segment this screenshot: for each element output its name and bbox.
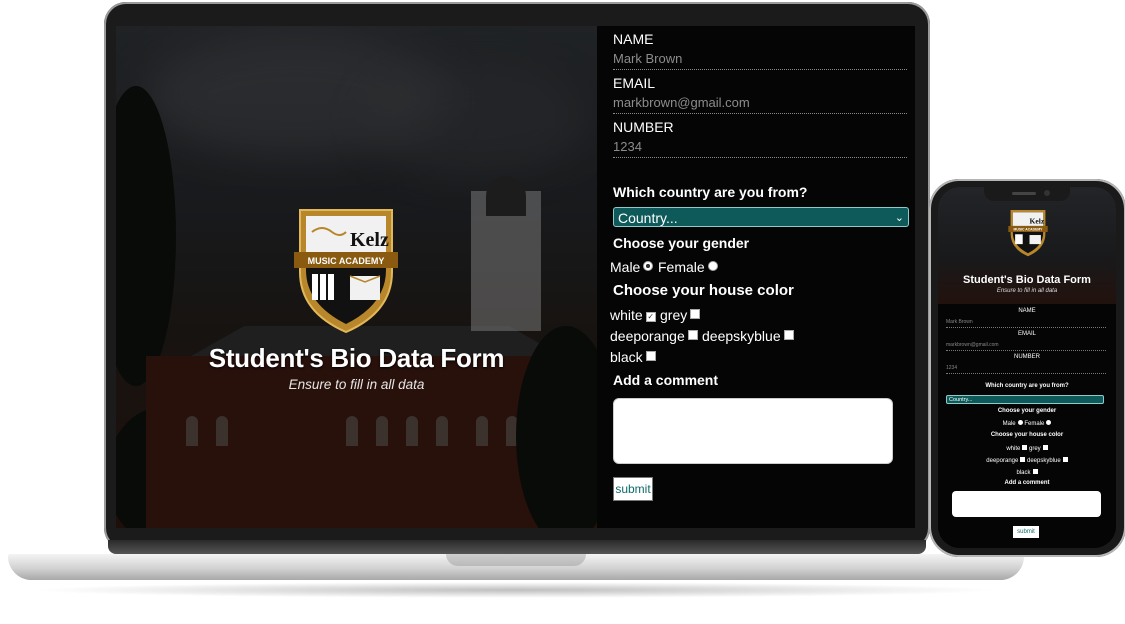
phone-gender-male-label: Male [1002,421,1016,427]
phone-gender-female-label: Female [1024,421,1045,427]
phone-country-select[interactable]: Country... [946,395,1104,404]
phone-number-label: NUMBER [1013,354,1040,360]
laptop-shadow [30,582,1000,598]
house-deepskyblue-label: deepskyblue [702,328,781,344]
country-question: Which country are you from? [613,184,808,200]
academy-logo-icon: Kelz MUSIC ACADEMY [294,209,398,334]
phone-page-title: Student's Bio Data Form [963,274,1091,286]
comment-question: Add a comment [613,372,719,388]
gender-question: Choose your gender [613,235,750,251]
phone-comment-question: Add a comment [1004,480,1050,486]
phone-gender-options[interactable]: Male Female [938,420,1116,427]
number-input[interactable]: 1234 [613,137,907,158]
email-input[interactable]: markbrown@gmail.com [613,93,907,114]
checkbox-grey[interactable] [690,309,701,319]
phone-gender-question: Choose your gender [997,408,1057,414]
phone-page-subtitle: Ensure to fill in all data [996,288,1058,294]
phone-country-select-value: Country... [949,397,973,403]
laptop-screen: Kelz MUSIC ACADEMY Student's Bio Data Fo… [116,26,915,528]
phone-logo-text: Kelz [1030,217,1045,226]
phone-checkbox-deeporange[interactable] [1020,457,1026,462]
phone-house-grey-label: grey [1029,446,1041,452]
house-option-white[interactable]: white ✓ [610,307,656,323]
country-select[interactable]: Country... ⌄ [613,207,909,227]
name-label: NAME [613,31,654,47]
logo-text: Kelz [350,229,389,251]
phone-email-label: EMAIL [1017,331,1036,337]
phone-bio-form: NAME Mark Brown EMAIL markbrown@gmail.co… [938,304,1116,548]
hero-panel: Kelz MUSIC ACADEMY Student's Bio Data Fo… [116,26,597,528]
house-white-label: white [610,307,643,323]
checkbox-deeporange[interactable] [687,330,698,340]
house-option-deeporange[interactable]: deeporange [610,328,698,344]
phone-house-row-1[interactable]: white grey [938,445,1116,452]
phone-house-white-label: white [1006,446,1021,452]
phone-submit-button[interactable]: submit [1013,526,1039,538]
number-label: NUMBER [613,119,674,135]
checkbox-white[interactable]: ✓ [645,312,656,322]
phone-house-row-2[interactable]: deeporange deepskyblue [938,457,1116,464]
submit-button[interactable]: submit [613,477,653,501]
phone-academy-logo-icon: Kelz MUSIC ACADEMY [1008,210,1048,257]
phone-checkbox-white[interactable] [1022,445,1028,450]
radio-male[interactable] [643,261,654,271]
radio-female[interactable] [707,261,718,271]
phone-radio-male[interactable] [1017,420,1023,425]
phone-house-deepskyblue-label: deepskyblue [1027,458,1061,464]
laptop-hinge [108,540,926,554]
phone-logo-banner: MUSIC ACADEMY [1014,227,1044,231]
country-select-value: Country... [618,210,678,226]
gender-option-female[interactable]: Female [658,259,718,275]
phone-house-question: Choose your house color [990,432,1064,438]
phone-name-label: NAME [1018,308,1036,314]
page-title: Student's Bio Data Form [208,343,505,373]
house-deeporange-label: deeporange [610,328,685,344]
laptop-notch [446,554,586,566]
phone-house-row-3[interactable]: black [938,469,1116,476]
house-black-label: black [610,349,643,365]
page-subtitle: Ensure to fill in all data [288,377,425,392]
bio-form: NAME Mark Brown EMAIL markbrown@gmail.co… [597,26,915,528]
phone-checkbox-grey[interactable] [1042,445,1048,450]
phone-number-input[interactable]: 1234 [946,363,1106,374]
name-input[interactable]: Mark Brown [613,49,907,70]
house-question: Choose your house color [613,282,794,299]
phone-name-input[interactable]: Mark Brown [946,317,1106,328]
gender-option-male[interactable]: Male [610,259,654,275]
house-option-grey[interactable]: grey [660,307,701,323]
house-option-black[interactable]: black [610,349,656,365]
gender-male-label: Male [610,259,641,275]
phone-house-deeporange-label: deeporange [986,458,1019,464]
email-label: EMAIL [613,75,656,91]
phone-checkbox-deepskyblue[interactable] [1062,457,1068,462]
checkbox-deepskyblue[interactable] [783,330,794,340]
phone-hero-panel: Kelz MUSIC ACADEMY Student's Bio Data Fo… [938,187,1116,304]
chevron-down-icon: ⌄ [894,212,904,224]
phone-notch [984,187,1070,201]
phone-comment-textarea[interactable] [952,491,1101,517]
phone-screen: Kelz MUSIC ACADEMY Student's Bio Data Fo… [938,187,1116,548]
phone-house-black-label: black [1016,470,1031,476]
phone-checkbox-black[interactable] [1032,469,1038,474]
checkbox-black[interactable] [645,351,656,361]
phone-radio-female[interactable] [1046,420,1052,425]
gender-female-label: Female [658,259,705,275]
phone-country-question: Which country are you from? [985,383,1069,389]
logo-banner: MUSIC ACADEMY [308,256,385,266]
comment-textarea[interactable] [613,398,893,464]
house-grey-label: grey [660,307,688,323]
house-option-deepskyblue[interactable]: deepskyblue [702,328,794,344]
phone-email-input[interactable]: markbrown@gmail.com [946,340,1106,351]
